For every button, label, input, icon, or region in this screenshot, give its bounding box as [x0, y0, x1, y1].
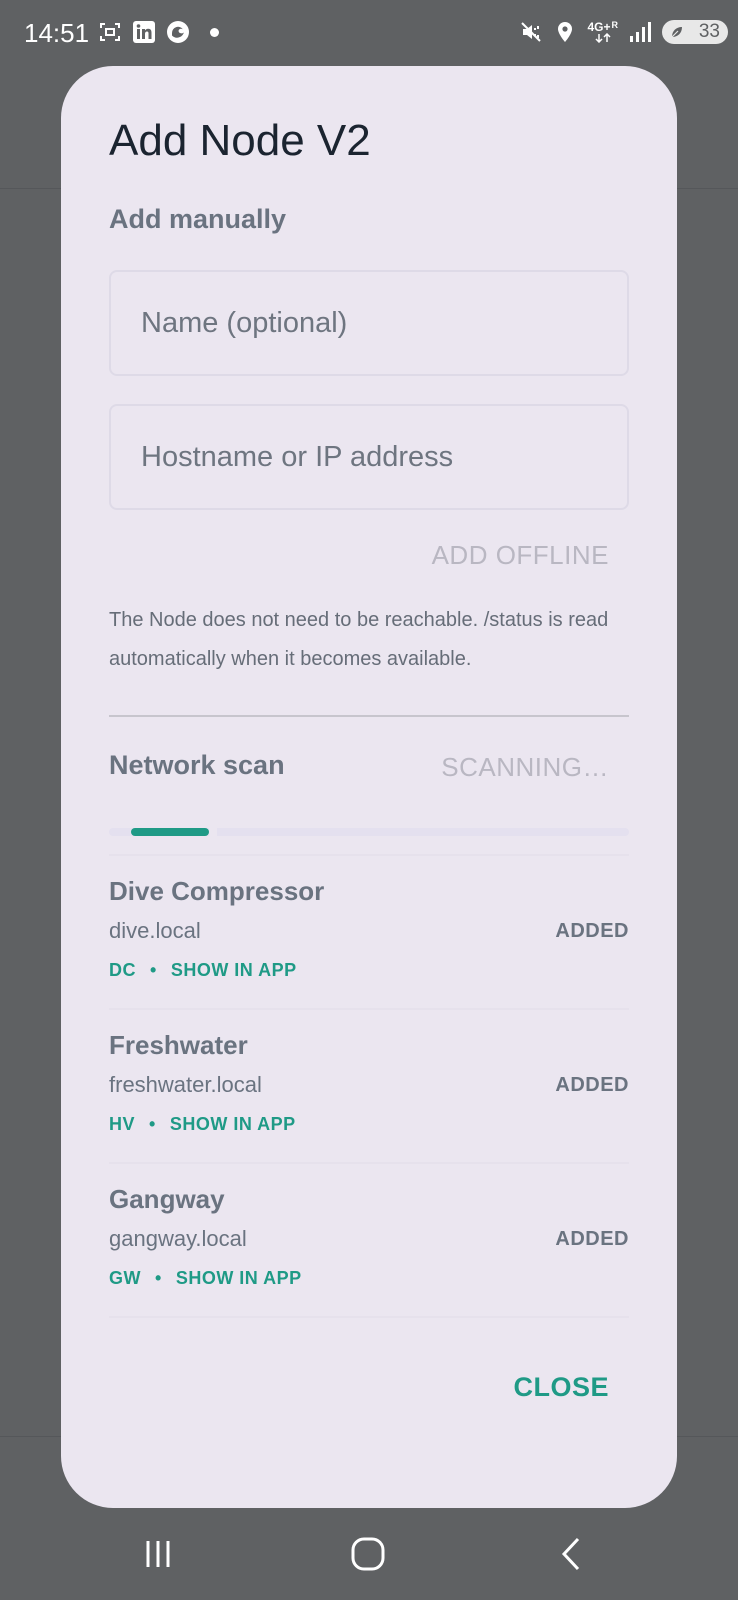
section-divider	[109, 715, 629, 717]
recents-button[interactable]	[98, 1508, 218, 1600]
dialog-title: Add Node V2	[109, 116, 371, 165]
node-name: Freshwater	[109, 1030, 248, 1060]
node-hostname: dive.local	[109, 918, 201, 943]
meta-separator: •	[155, 1268, 162, 1288]
node-meta: DC • SHOW IN APP	[109, 960, 297, 981]
show-in-app-link[interactable]: SHOW IN APP	[171, 960, 297, 981]
network-type-icon: 4G+ R	[587, 21, 618, 43]
screenshot-icon	[98, 20, 122, 44]
battery-indicator: 33	[662, 20, 728, 44]
scan-progress-bar	[109, 828, 629, 836]
node-name: Dive Compressor	[109, 876, 325, 906]
mute-icon	[519, 20, 543, 44]
scan-button[interactable]: SCANNING…	[441, 752, 609, 783]
node-status-badge: ADDED	[555, 1228, 629, 1250]
add-node-dialog: Add Node V2 Add manually ADD OFFLINE The…	[61, 66, 677, 1508]
show-in-app-link[interactable]: SHOW IN APP	[170, 1114, 296, 1135]
node-status-badge: ADDED	[555, 1074, 629, 1096]
browser-icon	[166, 20, 190, 44]
navigation-bar	[0, 1508, 738, 1600]
node-meta: GW • SHOW IN APP	[109, 1268, 302, 1289]
node-status-badge: ADDED	[555, 920, 629, 942]
discovered-node-list: Dive Compressor dive.local ADDED DC • SHOW IN…	[109, 854, 629, 1318]
network-scan-label: Network scan	[109, 750, 285, 780]
notification-dot-icon	[210, 27, 219, 37]
battery-level: 33	[698, 21, 720, 42]
hostname-input[interactable]	[111, 406, 627, 508]
home-icon	[351, 1537, 385, 1571]
node-hostname: freshwater.local	[109, 1072, 262, 1097]
back-button[interactable]	[512, 1508, 632, 1600]
node-meta: HV • SHOW IN APP	[109, 1114, 296, 1135]
node-hostname: gangway.local	[109, 1226, 247, 1251]
node-name: Gangway	[109, 1184, 225, 1214]
recents-icon	[146, 1541, 170, 1567]
node-list-item[interactable]: Gangway gangway.local ADDED GW • SHOW IN APP	[109, 1162, 629, 1318]
node-short-code: DC	[109, 960, 136, 980]
node-short-code: HV	[109, 1114, 136, 1134]
node-list-item[interactable]: Freshwater freshwater.local ADDED HV • SHOW I…	[109, 1008, 629, 1162]
status-bar: 14:51 4G+ R 33	[0, 0, 738, 66]
status-time: 14:51	[24, 18, 90, 48]
location-icon	[553, 20, 577, 44]
show-in-app-link[interactable]: SHOW IN APP	[176, 1268, 302, 1289]
home-button[interactable]	[308, 1508, 428, 1600]
close-button[interactable]: CLOSE	[513, 1372, 609, 1403]
name-field[interactable]	[109, 270, 629, 376]
helper-text: The Node does not need to be reachable. …	[109, 609, 609, 670]
back-icon	[561, 1537, 580, 1571]
hostname-field[interactable]	[109, 404, 629, 510]
progress-gap	[209, 828, 217, 836]
name-input[interactable]	[111, 272, 627, 374]
node-short-code: GW	[109, 1268, 141, 1288]
linkedin-icon	[132, 20, 156, 44]
add-manually-label: Add manually	[109, 204, 287, 234]
add-offline-button[interactable]: ADD OFFLINE	[432, 540, 609, 571]
meta-separator: •	[149, 1114, 156, 1134]
node-list-item[interactable]: Dive Compressor dive.local ADDED DC • SHOW IN…	[109, 854, 629, 1008]
signal-icon	[628, 20, 652, 44]
power-saving-icon	[671, 27, 682, 38]
progress-indicator	[131, 828, 209, 836]
meta-separator: •	[150, 960, 157, 980]
